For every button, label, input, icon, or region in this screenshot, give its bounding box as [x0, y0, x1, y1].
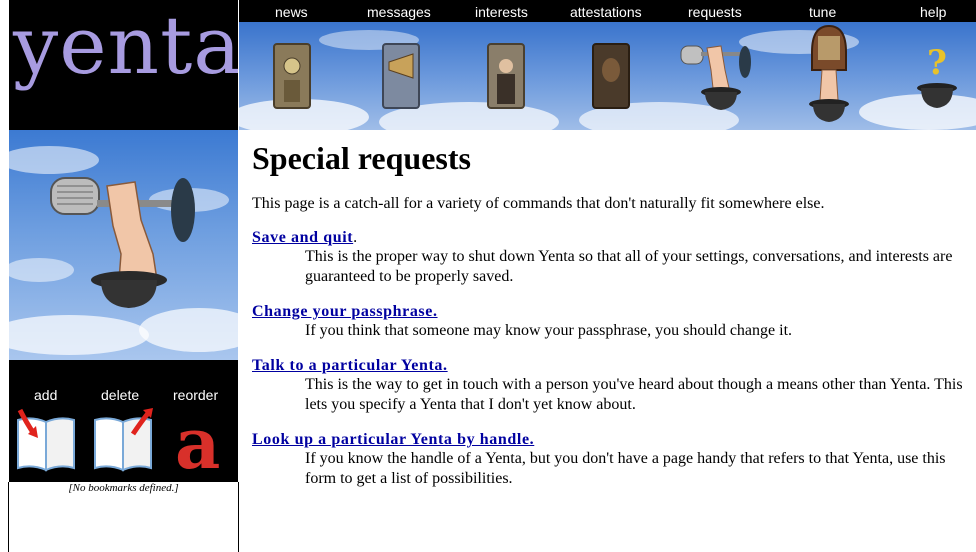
nav-messages[interactable]: messages — [367, 4, 431, 20]
nav-interests[interactable]: interests — [475, 4, 528, 20]
nav-icon-banner: ? — [239, 22, 976, 130]
requests-nav-icon[interactable] — [679, 22, 759, 130]
delete-bookmark-icon[interactable] — [91, 408, 155, 476]
nav-attestations[interactable]: attestations — [570, 4, 642, 20]
nav-news[interactable]: news — [275, 4, 308, 20]
svg-text:a: a — [175, 408, 220, 476]
request-save-and-quit: Save and quit. This is the proper way to… — [252, 229, 972, 287]
messages-nav-icon[interactable] — [379, 22, 423, 130]
interests-nav-icon[interactable] — [484, 22, 528, 130]
requests-illustration — [9, 130, 238, 360]
request-description: If you know the handle of a Yenta, but y… — [305, 450, 946, 487]
no-bookmarks-message: [No bookmarks defined.] — [68, 482, 179, 494]
nav-tune[interactable]: tune — [809, 4, 836, 20]
reorder-bookmark-label[interactable]: reorder — [173, 387, 218, 403]
request-description: This is the proper way to shut down Yent… — [305, 248, 953, 285]
column-divider — [238, 482, 239, 552]
yenta-logo[interactable]: yenta — [9, 0, 238, 130]
bookmark-panel: add delete reorder a — [9, 360, 238, 482]
request-description: This is the way to get in touch with a p… — [305, 376, 963, 413]
svg-text:?: ? — [927, 43, 947, 83]
attestations-nav-icon[interactable] — [589, 22, 633, 130]
delete-bookmark-label[interactable]: delete — [101, 387, 139, 403]
tune-nav-icon[interactable] — [804, 22, 854, 130]
intro-text: This page is a catch-all for a variety o… — [252, 195, 825, 212]
link-suffix: . — [353, 229, 358, 246]
news-nav-icon[interactable] — [270, 22, 314, 130]
nav-bar: news messages interests attestations req… — [239, 0, 976, 22]
nav-requests[interactable]: requests — [688, 4, 742, 20]
left-border-line — [8, 482, 9, 552]
reorder-bookmark-icon[interactable]: a — [169, 408, 235, 476]
page-title: Special requests — [252, 140, 471, 176]
request-talk-to-yenta: Talk to a particular Yenta. This is the … — [252, 357, 972, 415]
nav-help[interactable]: help — [920, 4, 946, 20]
talk-to-yenta-link[interactable]: Talk to a particular Yenta. — [252, 357, 448, 374]
add-bookmark-icon[interactable] — [14, 408, 78, 476]
request-change-passphrase: Change your passphrase. If you think tha… — [252, 303, 972, 341]
change-passphrase-link[interactable]: Change your passphrase. — [252, 303, 438, 320]
left-column: yenta add delete reorder a [No bookmarks… — [0, 0, 239, 552]
save-and-quit-link[interactable]: Save and quit — [252, 229, 353, 246]
request-description: If you think that someone may know your … — [305, 322, 793, 339]
main-content: Special requests This page is a catch-al… — [252, 140, 972, 489]
help-nav-icon[interactable]: ? — [915, 22, 959, 130]
lookup-by-handle-link[interactable]: Look up a particular Yenta by handle. — [252, 431, 534, 448]
logo-text: yenta — [13, 0, 238, 92]
request-lookup-by-handle: Look up a particular Yenta by handle. If… — [252, 431, 972, 489]
microphone-hand-image — [9, 146, 238, 355]
add-bookmark-label[interactable]: add — [34, 387, 57, 403]
